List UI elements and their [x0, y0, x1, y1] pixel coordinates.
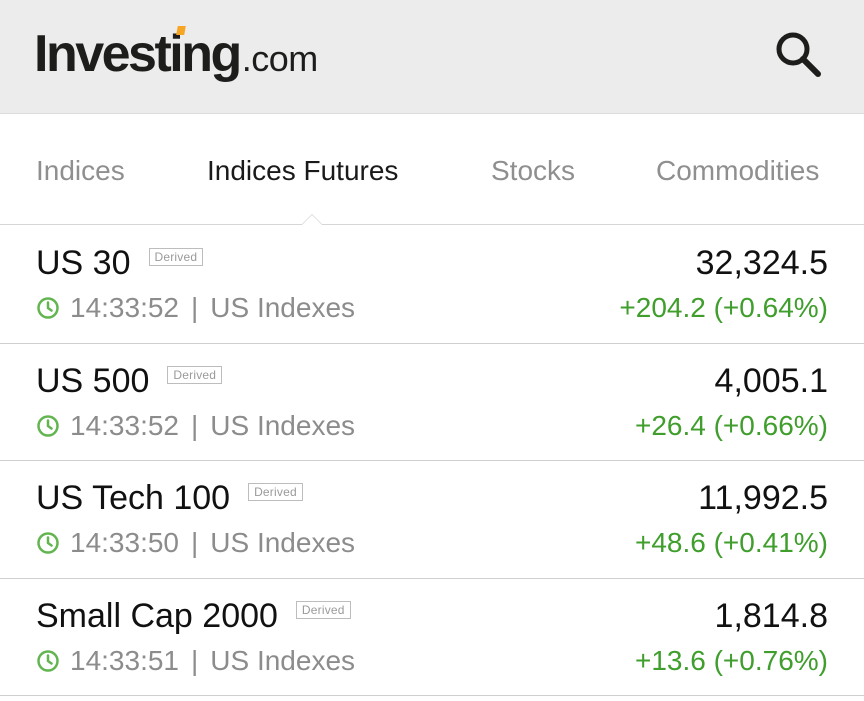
price-change: +26.4 (+0.66%) [634, 409, 828, 441]
instrument-name-wrap: US 500 Derived [36, 361, 223, 401]
update-time: 14:33:52 [70, 409, 179, 441]
tab-indices[interactable]: Indices [36, 155, 125, 187]
investing-logo[interactable]: Investing .com [34, 24, 318, 84]
clock-icon [37, 649, 59, 672]
instrument-meta: 14:33:52 | US Indexes [36, 410, 355, 442]
instrument-name: US 30 [36, 244, 131, 282]
last-price: 11,992.5 [698, 479, 828, 517]
market-source: US Indexes [210, 644, 356, 676]
tab-stocks[interactable]: Stocks [491, 155, 575, 187]
list-item[interactable]: US 500 Derived 14:33:52 | US Indexes 4,00… [0, 344, 864, 461]
market-source: US Indexes [210, 527, 356, 558]
instrument-name-wrap: US Tech 100 Derived [36, 479, 303, 518]
list-item[interactable]: US 30 Derived 14:33:52 | US Indexes 32,32… [0, 226, 864, 344]
meta-separator: | [191, 527, 199, 558]
instrument-name: US Tech 100 [36, 479, 231, 517]
instrument-name-wrap: US 30 Derived [36, 244, 204, 283]
list-item[interactable]: Small Cap 2000 Derived 14:33:51 | US Inde… [0, 579, 864, 696]
logo-main-text: Investing [34, 25, 242, 83]
clock-icon [37, 532, 59, 554]
instrument-meta: 14:33:51 | US Indexes [36, 645, 355, 677]
market-source: US Indexes [210, 409, 356, 441]
search-button[interactable] [770, 26, 826, 82]
instrument-name-wrap: Small Cap 2000 Derived [36, 597, 351, 636]
meta-separator: | [191, 292, 199, 323]
clock-icon [37, 414, 59, 437]
category-tabs: Indices Indices Futures Stocks Commoditi… [0, 115, 864, 225]
price-change: +13.6 (+0.76%) [634, 644, 828, 676]
clock-icon [37, 297, 59, 319]
last-price: 4,005.1 [714, 361, 828, 400]
derived-badge: Derived [167, 365, 223, 384]
instrument-name: Small Cap 2000 [36, 596, 278, 635]
tab-commodities[interactable]: Commodities [656, 155, 819, 187]
last-price: 32,324.5 [695, 244, 828, 282]
instrument-meta: 14:33:50 | US Indexes [36, 527, 355, 559]
active-tab-indicator [301, 214, 323, 225]
update-time: 14:33:52 [70, 292, 179, 323]
tabs-divider [0, 224, 864, 225]
derived-badge: Derived [295, 600, 351, 619]
list-item[interactable]: US Tech 100 Derived 14:33:50 | US Indexes… [0, 461, 864, 579]
tab-indices-futures[interactable]: Indices Futures [207, 155, 398, 187]
app-header: Investing .com [0, 0, 864, 114]
meta-separator: | [191, 644, 199, 676]
meta-separator: | [191, 409, 199, 441]
logo-accent-mark [176, 26, 186, 35]
derived-badge: Derived [148, 248, 204, 267]
market-source: US Indexes [210, 292, 356, 323]
derived-badge: Derived [248, 483, 303, 502]
price-change: +204.2 (+0.64%) [619, 292, 828, 323]
price-change: +48.6 (+0.41%) [634, 527, 828, 558]
logo-suffix: .com [241, 38, 319, 79]
update-time: 14:33:51 [70, 644, 179, 676]
instrument-list: US 30 Derived 14:33:52 | US Indexes 32,32… [0, 226, 864, 696]
instrument-name: US 500 [36, 361, 150, 400]
search-icon [776, 32, 821, 77]
logo-wordmark: Investing [34, 24, 242, 84]
update-time: 14:33:50 [70, 527, 179, 558]
last-price: 1,814.8 [714, 596, 828, 635]
instrument-meta: 14:33:52 | US Indexes [36, 292, 355, 324]
